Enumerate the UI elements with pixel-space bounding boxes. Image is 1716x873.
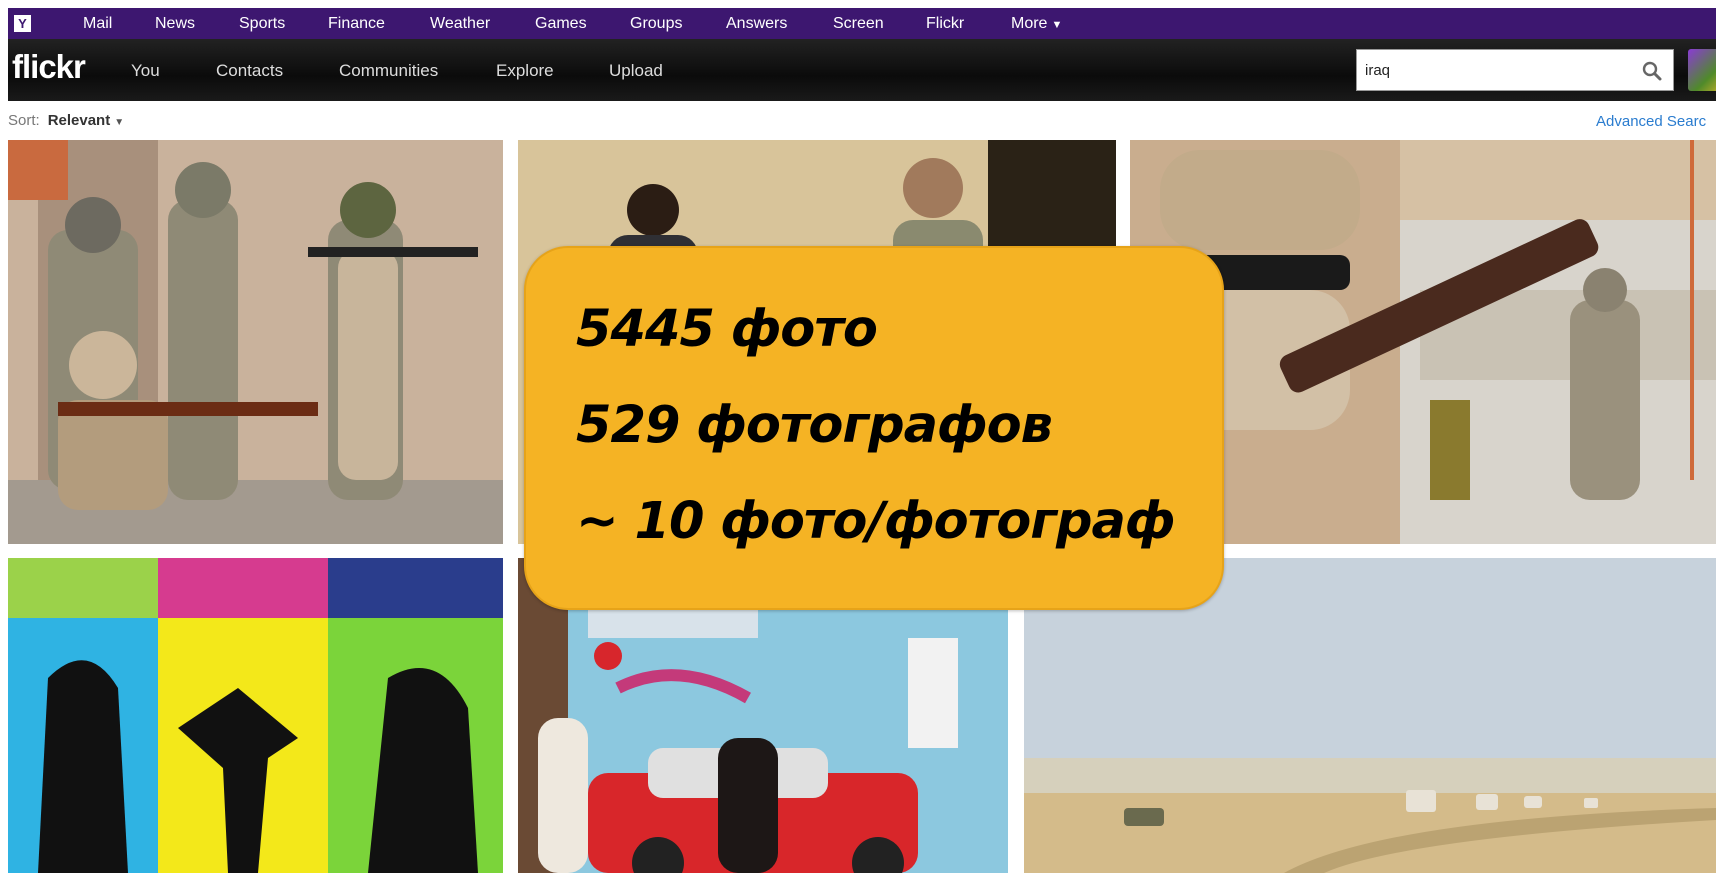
flickr-logo[interactable]: flickr: [12, 48, 86, 86]
yahoo-link-groups[interactable]: Groups: [630, 15, 682, 33]
stat-photo-count: 5445 фото: [576, 300, 878, 359]
yahoo-link-news[interactable]: News: [155, 15, 195, 33]
sort-control[interactable]: Sort: Relevant ▼: [8, 112, 124, 129]
nav-explore[interactable]: Explore: [496, 61, 554, 81]
yahoo-link-sports[interactable]: Sports: [239, 15, 285, 33]
advanced-search-link[interactable]: Advanced Searc: [1596, 113, 1706, 130]
photo-ipod-posters[interactable]: [8, 558, 503, 873]
search-icon[interactable]: [1641, 60, 1663, 82]
photo-soldiers-training[interactable]: [8, 140, 503, 544]
search-input[interactable]: [1365, 59, 1615, 81]
nav-upload[interactable]: Upload: [609, 61, 663, 81]
chevron-down-icon: ▼: [1051, 19, 1063, 31]
nav-communities[interactable]: Communities: [339, 61, 438, 81]
stat-photos-per-photographer: ~ 10 фото/фотограф: [576, 492, 1175, 551]
more-label: More: [1011, 15, 1048, 32]
yahoo-link-more[interactable]: More ▼: [1011, 15, 1062, 33]
yahoo-link-weather[interactable]: Weather: [430, 15, 490, 33]
yahoo-link-games[interactable]: Games: [535, 15, 587, 33]
sort-label: Sort:: [8, 112, 40, 129]
nav-you[interactable]: You: [131, 61, 160, 81]
yahoo-bar: Y Mail News Sports Finance Weather Games…: [8, 8, 1716, 39]
yahoo-link-flickr[interactable]: Flickr: [926, 15, 964, 33]
stat-photographer-count: 529 фотографов: [576, 396, 1053, 455]
stats-overlay: 5445 фото 529 фотографов ~ 10 фото/фотог…: [524, 246, 1224, 610]
yahoo-link-mail[interactable]: Mail: [83, 15, 112, 33]
yahoo-link-screen[interactable]: Screen: [833, 15, 884, 33]
yahoo-logo[interactable]: Y: [14, 15, 31, 32]
caret-down-icon: ▼: [114, 117, 125, 128]
yahoo-link-finance[interactable]: Finance: [328, 15, 385, 33]
search-box: [1356, 49, 1674, 91]
avatar[interactable]: [1688, 49, 1716, 91]
flickr-nav-bar: flickr You Contacts Communities Explore …: [8, 39, 1716, 101]
yahoo-link-answers[interactable]: Answers: [726, 15, 787, 33]
sort-value: Relevant: [47, 112, 111, 129]
screenshot: Y Mail News Sports Finance Weather Games…: [0, 0, 1716, 873]
nav-contacts[interactable]: Contacts: [216, 61, 283, 81]
